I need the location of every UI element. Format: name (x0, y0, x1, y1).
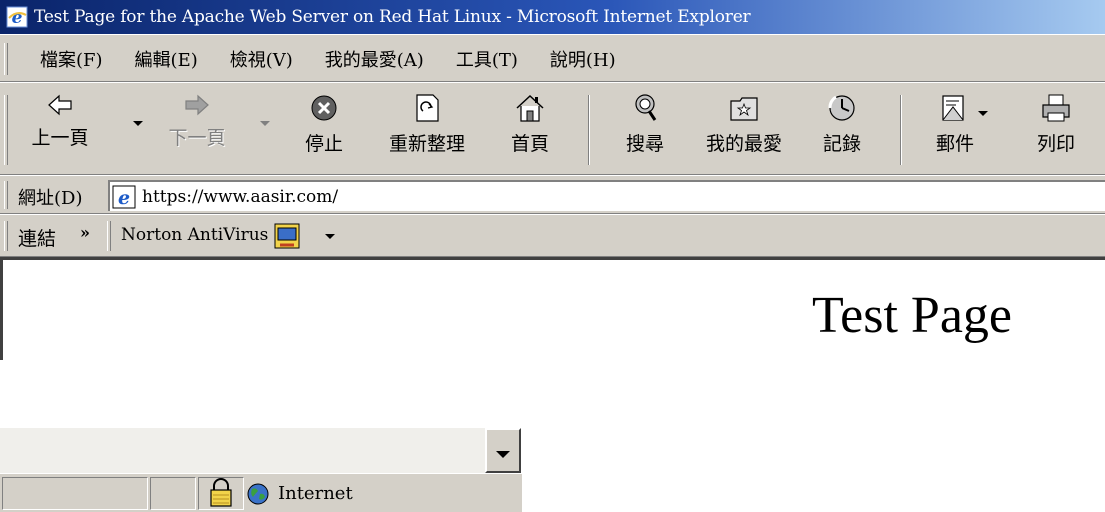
home-button[interactable]: 首頁 (503, 89, 557, 171)
history-button[interactable]: 記錄 (814, 89, 870, 171)
refresh-icon (416, 94, 439, 122)
norton-toolbar-grip[interactable] (107, 221, 111, 251)
window-title: Test Page for the Apache Web Server on R… (34, 7, 751, 27)
forward-arrow-icon (185, 94, 209, 116)
home-label: 首頁 (510, 133, 549, 155)
ie-logo-icon: e (6, 6, 28, 28)
title-bar[interactable]: e Test Page for the Apache Web Server on… (0, 0, 1105, 34)
status-zone-pane: Internet (246, 477, 353, 510)
refresh-label: 重新整理 (388, 133, 465, 155)
page-ie-icon: e (112, 185, 136, 209)
back-arrow-icon (48, 94, 72, 116)
search-button[interactable]: 搜尋 (617, 89, 673, 171)
links-bar-grip[interactable] (4, 221, 8, 251)
search-label: 搜尋 (625, 133, 664, 155)
links-label: 連結 (18, 228, 57, 250)
search-icon (635, 94, 657, 121)
status-text-pane (2, 477, 148, 510)
toolbar-separator-2 (900, 95, 902, 165)
norton-antivirus-label: Norton AntiVirus (121, 225, 269, 245)
history-icon (828, 95, 855, 121)
page-heading: Test Page (812, 287, 1012, 344)
mail-label: 郵件 (935, 133, 974, 155)
menu-bar: 檔案(F) 編輯(E) 檢視(V) 我的最愛(A) 工具(T) 說明(H) (0, 34, 1105, 82)
globe-icon (247, 483, 269, 504)
menu-file[interactable]: 檔案(F) (40, 46, 103, 72)
favorites-button[interactable]: 我的最愛 (697, 89, 791, 171)
chevron-down-icon (496, 451, 510, 458)
favorites-label: 我的最愛 (705, 133, 782, 155)
status-bar: Internet (0, 473, 522, 512)
print-button[interactable]: 列印 (1027, 89, 1085, 171)
address-label: 網址(D) (18, 188, 83, 209)
menu-view[interactable]: 檢視(V) (230, 46, 293, 72)
links-chevron-button[interactable]: » (80, 223, 90, 242)
standard-toolbar: 上一頁 下一頁 停止 重新整理 首頁 搜尋 我的最愛 記錄 郵件 列印 (0, 82, 1105, 175)
back-button[interactable]: 上一頁 (28, 89, 92, 171)
menu-help[interactable]: 說明(H) (550, 46, 616, 72)
stop-label: 停止 (304, 133, 343, 155)
address-bar: 網址(D) e (0, 175, 1105, 214)
back-dropdown-arrow[interactable] (133, 121, 143, 126)
content-left-edge (0, 260, 3, 360)
print-label: 列印 (1036, 133, 1075, 155)
stop-button[interactable]: 停止 (296, 89, 352, 171)
norton-antivirus-icon[interactable] (274, 223, 300, 249)
norton-dropdown-arrow[interactable] (325, 234, 335, 239)
status-progress-pane (150, 477, 196, 510)
history-label: 記錄 (822, 133, 861, 155)
links-bar: 連結 » Norton AntiVirus (0, 214, 1105, 257)
refresh-button[interactable]: 重新整理 (381, 89, 473, 171)
svg-text:e: e (118, 187, 130, 209)
mail-button[interactable]: 郵件 (926, 89, 984, 171)
menu-edit[interactable]: 編輯(E) (135, 46, 198, 72)
forward-dropdown-arrow[interactable] (260, 121, 270, 126)
forward-button[interactable]: 下一頁 (158, 89, 236, 171)
back-label: 上一頁 (31, 127, 89, 149)
stop-icon (311, 95, 337, 121)
toolbar-separator (588, 95, 590, 165)
scroll-down-button[interactable] (485, 428, 521, 473)
toolbar-grip[interactable] (4, 95, 8, 165)
url-input[interactable] (142, 186, 1042, 207)
favorites-icon (730, 97, 758, 121)
address-field[interactable]: e (108, 180, 1105, 211)
menu-favorites[interactable]: 我的最愛(A) (325, 46, 424, 72)
mail-icon (942, 95, 964, 121)
print-icon (1042, 94, 1070, 122)
home-icon (516, 94, 544, 122)
horizontal-scroll-track[interactable] (0, 428, 485, 473)
address-bar-grip[interactable] (4, 181, 8, 209)
menu-tools[interactable]: 工具(T) (456, 46, 518, 72)
svg-text:e: e (12, 8, 23, 28)
lock-icon (210, 478, 232, 507)
zone-label: Internet (278, 483, 353, 504)
mail-dropdown-arrow[interactable] (978, 111, 988, 116)
menu-bar-grip[interactable] (4, 43, 8, 75)
forward-label: 下一頁 (168, 127, 226, 149)
status-security-pane (198, 477, 244, 510)
